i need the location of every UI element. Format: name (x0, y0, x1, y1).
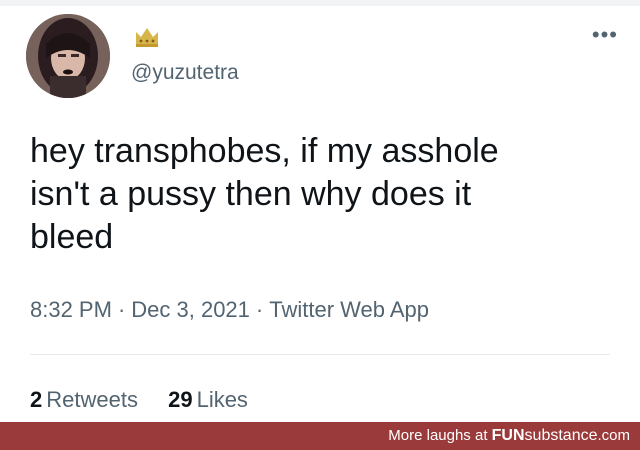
meta-separator: · (255, 297, 264, 322)
divider (30, 354, 610, 355)
tweet-stats: 2 Retweets 29 Likes (30, 387, 272, 413)
tweet-text: hey transphobes, if my asshole isn't a p… (30, 132, 499, 256)
footer-brand-rest: substance (524, 427, 598, 444)
crown-icon (136, 28, 158, 47)
tweet-client[interactable]: Twitter Web App (269, 297, 429, 322)
retweets-count: 2 (30, 387, 43, 412)
likes-label: Likes (196, 387, 248, 412)
top-strip (0, 0, 640, 6)
footer-link[interactable]: More laughs at FUNsubstance.com (388, 427, 630, 445)
retweets-stat[interactable]: 2 Retweets (30, 387, 138, 413)
more-horizontal-icon[interactable]: ••• (592, 24, 618, 46)
footer-banner: More laughs at FUNsubstance.com (0, 422, 640, 450)
user-handle[interactable]: @yuzutetra (131, 61, 239, 85)
retweets-label: Retweets (46, 387, 138, 412)
tweet-date[interactable]: Dec 3, 2021 (131, 297, 250, 322)
footer-brand-bold: FUN (491, 427, 525, 444)
avatar-image (26, 14, 110, 98)
likes-stat[interactable]: 29 Likes (168, 387, 248, 413)
tweet-time[interactable]: 8:32 PM (30, 297, 112, 322)
footer-suffix: .com (597, 427, 630, 444)
likes-count: 29 (168, 387, 193, 412)
tweet-meta: 8:32 PM · Dec 3, 2021 · Twitter Web App (30, 297, 429, 323)
avatar[interactable] (26, 14, 110, 98)
meta-separator: · (117, 297, 126, 322)
footer-prefix: More laughs at (388, 427, 492, 444)
